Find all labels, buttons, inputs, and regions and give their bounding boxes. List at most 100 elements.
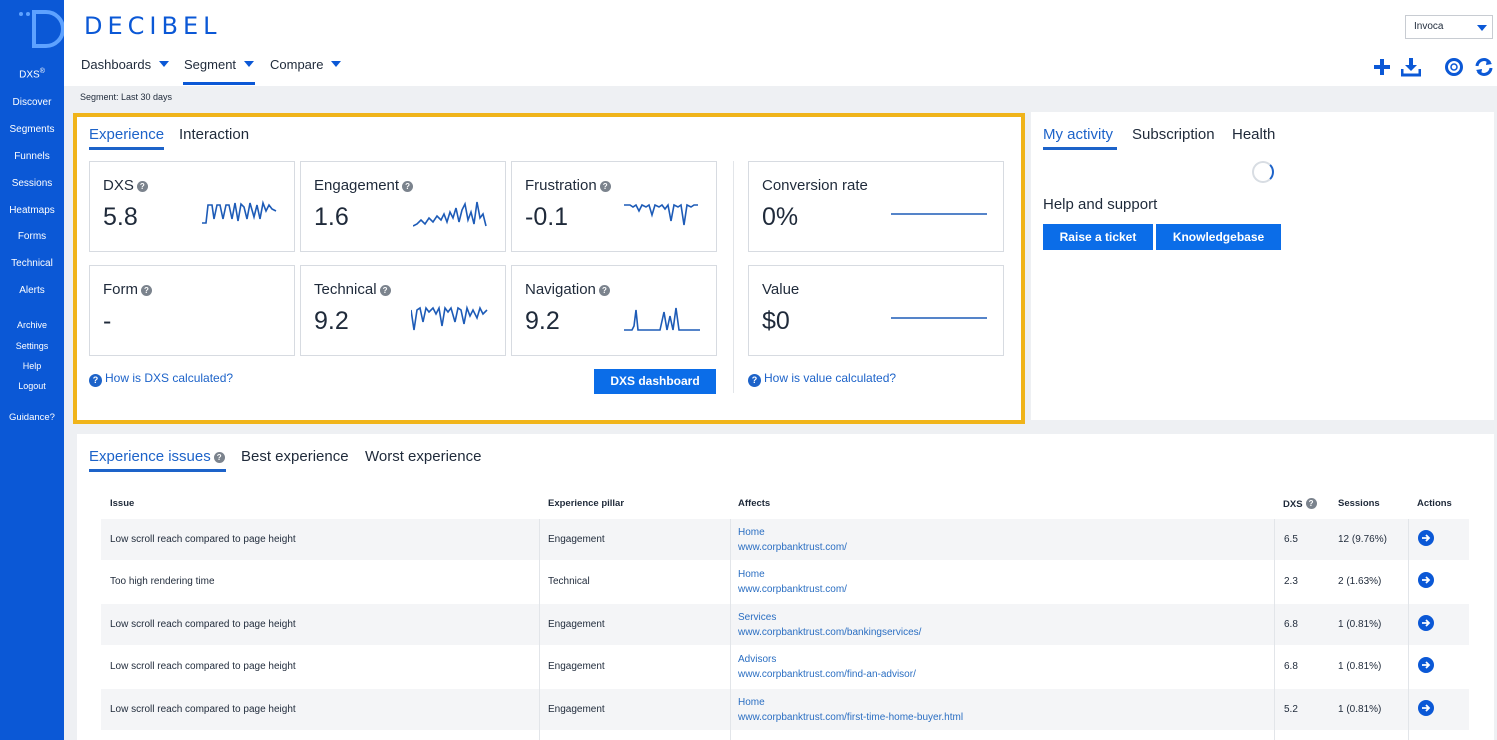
metric-card-technical[interactable]: Technical? 9.2 xyxy=(300,265,506,356)
column-header-affects: Affects xyxy=(738,498,771,509)
affects-page-link[interactable]: Home xyxy=(738,569,765,580)
sidebar-item-sessions[interactable]: Sessions xyxy=(0,178,64,189)
tab-experience-issues[interactable]: Experience issues? xyxy=(89,448,225,465)
account-select-value: Invoca xyxy=(1414,21,1444,32)
panel-divider xyxy=(733,161,734,393)
tab-subscription[interactable]: Subscription xyxy=(1132,126,1215,143)
dxs-help-link[interactable]: ? How is DXS calculated? xyxy=(89,371,233,387)
affects-url-link[interactable]: www.corpbanktrust.com/ xyxy=(738,584,847,595)
knowledgebase-button[interactable]: Knowledgebase xyxy=(1156,224,1281,250)
help-icon[interactable]: ? xyxy=(599,181,611,192)
arrow-right-icon[interactable] xyxy=(1418,572,1434,588)
affects-url-link[interactable]: www.corpbanktrust.com/find-an-advisor/ xyxy=(738,669,916,680)
sidebar-item-help[interactable]: Help xyxy=(0,361,64,371)
arrow-right-icon[interactable] xyxy=(1418,530,1434,546)
nav-segment[interactable]: Segment xyxy=(184,57,255,72)
help-icon[interactable]: ? xyxy=(379,285,391,296)
value-help-link[interactable]: ? How is value calculated? xyxy=(748,371,896,387)
raise-ticket-button[interactable]: Raise a ticket xyxy=(1043,224,1153,250)
sparkline xyxy=(891,317,987,319)
experience-panel: Experience Interaction DXS? 5.8 Engageme… xyxy=(73,113,1025,424)
sidebar-item-heatmaps[interactable]: Heatmaps xyxy=(0,205,64,216)
metric-card-frustration[interactable]: Frustration? -0.1 xyxy=(511,161,717,252)
dxs-dashboard-button[interactable]: DXS dashboard xyxy=(594,369,716,394)
affects-page-link[interactable]: Home xyxy=(738,527,765,538)
sidebar-item-dxs[interactable]: DXS® xyxy=(0,68,64,80)
sparkline xyxy=(624,307,700,331)
issue-cell: Low scroll reach compared to page height xyxy=(110,619,296,630)
metric-value: 9.2 xyxy=(314,307,349,335)
sidebar-item-technical[interactable]: Technical xyxy=(0,258,64,269)
affects-page-link[interactable]: Services xyxy=(738,612,776,623)
decibel-logo-icon[interactable] xyxy=(18,8,64,48)
sidebar-item-guidance[interactable]: Guidance? xyxy=(0,412,64,423)
metric-card-engagement[interactable]: Engagement? 1.6 xyxy=(300,161,506,252)
sidebar-item-forms[interactable]: Forms xyxy=(0,231,64,242)
refresh-icon[interactable] xyxy=(1474,57,1494,77)
column-header-pillar: Experience pillar xyxy=(548,498,625,509)
column-header-dxs: DXS? xyxy=(1283,498,1317,510)
plus-icon[interactable] xyxy=(1372,57,1392,77)
column-divider xyxy=(539,519,540,740)
account-select[interactable]: Invoca xyxy=(1405,15,1493,39)
sidebar-item-discover[interactable]: Discover xyxy=(0,97,64,108)
tab-my-activity[interactable]: My activity xyxy=(1043,126,1113,143)
affects-url-link[interactable]: www.corpbanktrust.com/ xyxy=(738,542,847,553)
tab-health[interactable]: Health xyxy=(1232,126,1275,143)
tab-best-experience[interactable]: Best experience xyxy=(241,448,349,465)
metric-label: Value xyxy=(762,281,800,298)
chevron-down-icon xyxy=(1477,25,1487,31)
sessions-cell: 1 (0.81%) xyxy=(1338,704,1382,715)
help-icon[interactable]: ? xyxy=(402,181,414,192)
arrow-right-icon[interactable] xyxy=(1418,615,1434,631)
table-row[interactable]: Low scroll reach compared to page height… xyxy=(101,604,1469,645)
sidebar-item-funnels[interactable]: Funnels xyxy=(0,151,64,162)
dxs-cell: 6.8 xyxy=(1284,661,1298,672)
metric-card-dxs[interactable]: DXS? 5.8 xyxy=(89,161,295,252)
metric-card-conversion-rate[interactable]: Conversion rate 0% xyxy=(748,161,1004,252)
sidebar-item-settings[interactable]: Settings xyxy=(0,341,64,351)
sidebar-item-alerts[interactable]: Alerts xyxy=(0,285,64,296)
help-icon[interactable]: ? xyxy=(213,452,225,463)
sidebar-item-archive[interactable]: Archive xyxy=(0,320,64,330)
nav-dashboards[interactable]: Dashboards xyxy=(81,57,170,72)
help-icon[interactable]: ? xyxy=(141,285,152,296)
chevron-down-icon xyxy=(159,61,170,67)
pillar-cell: Engagement xyxy=(548,619,605,630)
metric-card-navigation[interactable]: Navigation? 9.2 xyxy=(511,265,717,356)
sidebar-item-logout[interactable]: Logout xyxy=(0,381,64,391)
arrow-right-icon[interactable] xyxy=(1418,700,1434,716)
metric-label: Form? xyxy=(103,281,152,298)
sparkline xyxy=(891,213,987,215)
arrow-right-icon[interactable] xyxy=(1418,657,1434,673)
help-icon[interactable]: ? xyxy=(136,181,148,192)
segment-label: Segment: Last 30 days xyxy=(80,92,173,102)
download-icon[interactable] xyxy=(1401,57,1421,77)
tab-experience[interactable]: Experience xyxy=(89,126,164,143)
affects-url-link[interactable]: www.corpbanktrust.com/bankingservices/ xyxy=(738,627,921,638)
metric-card-value[interactable]: Value $0 xyxy=(748,265,1004,356)
sparkline xyxy=(413,201,487,227)
tab-active-underline xyxy=(89,147,164,150)
table-row[interactable]: Low scroll reach compared to page height… xyxy=(101,519,1469,560)
brand-logo[interactable]: DECIBEL xyxy=(84,12,221,40)
tab-interaction[interactable]: Interaction xyxy=(179,126,249,143)
affects-page-link[interactable]: Home xyxy=(738,697,765,708)
tab-active-underline xyxy=(89,469,226,472)
pillar-cell: Engagement xyxy=(548,534,605,545)
support-icon[interactable] xyxy=(1444,57,1464,77)
metric-card-form[interactable]: Form? - xyxy=(89,265,295,356)
affects-url-link[interactable]: www.corpbanktrust.com/first-time-home-bu… xyxy=(738,712,963,723)
nav-compare[interactable]: Compare xyxy=(270,57,342,72)
sidebar-item-segments[interactable]: Segments xyxy=(0,124,64,135)
metric-value: -0.1 xyxy=(525,203,569,231)
help-icon[interactable]: ? xyxy=(598,285,610,296)
tab-worst-experience[interactable]: Worst experience xyxy=(365,448,481,465)
table-row[interactable]: Too high rendering time Technical Home w… xyxy=(101,561,1469,602)
question-icon: ? xyxy=(748,374,761,387)
nav-label: Compare xyxy=(270,57,324,72)
affects-page-link[interactable]: Advisors xyxy=(738,654,776,665)
table-row[interactable]: Low scroll reach compared to page height… xyxy=(101,646,1469,687)
table-row[interactable]: Low scroll reach compared to page height… xyxy=(101,689,1469,730)
help-icon[interactable]: ? xyxy=(1305,498,1317,509)
